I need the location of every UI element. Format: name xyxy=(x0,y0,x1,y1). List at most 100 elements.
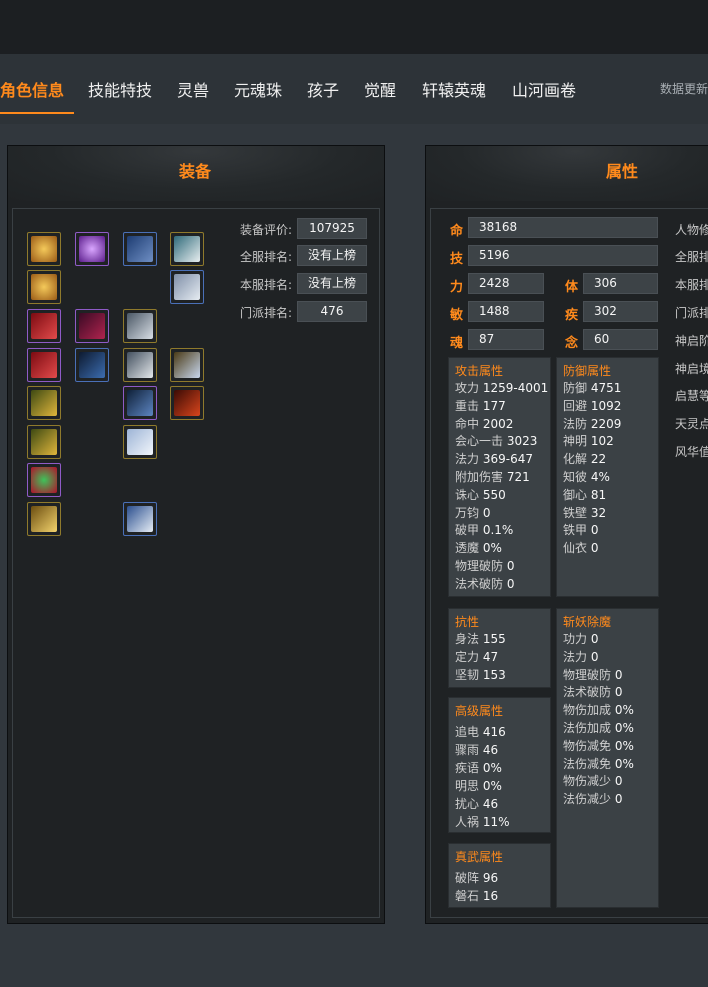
tab-xuanyuan-soul[interactable]: 轩辕英魂 xyxy=(422,77,486,101)
silver-boots-icon xyxy=(127,506,153,532)
stat-name: 定力 xyxy=(455,650,483,664)
stat-value: 2002 xyxy=(482,416,514,431)
equipment-slot[interactable] xyxy=(27,425,61,459)
stat-value: 0 xyxy=(590,523,599,538)
tab-character-info[interactable]: 角色信息 xyxy=(0,77,64,101)
equipment-slot[interactable] xyxy=(27,502,61,536)
red-cape-icon xyxy=(31,352,57,378)
stat-name: 命中 xyxy=(455,416,483,431)
stat-row: 法力 369-647 xyxy=(455,450,533,467)
equipment-slot[interactable] xyxy=(123,309,157,343)
equipment-slot[interactable] xyxy=(27,386,61,420)
tab-children[interactable]: 孩子 xyxy=(307,77,339,101)
stat-value: 32 xyxy=(590,505,607,520)
min-label: 敏 xyxy=(450,308,464,323)
stat-value: 0 xyxy=(506,559,515,573)
resist-title: 抗性 xyxy=(455,615,480,629)
tab-landscape-scroll[interactable]: 山河画卷 xyxy=(512,77,576,101)
stat-row: 法伤加成 0% xyxy=(563,719,634,736)
server-local-rank-label: 本服排名: xyxy=(240,278,293,292)
li-label: 力 xyxy=(450,280,464,295)
equipment-slot[interactable] xyxy=(170,270,204,304)
ji2-label: 疾 xyxy=(565,308,579,323)
gold-bracelet-icon xyxy=(31,429,57,455)
stat-name: 疾语 xyxy=(455,761,483,775)
stat-value: 0% xyxy=(614,738,634,753)
equipment-slot[interactable] xyxy=(75,309,109,343)
equipment-slot[interactable] xyxy=(27,348,61,382)
equipment-slot[interactable] xyxy=(27,463,61,497)
stat-value: 0% xyxy=(614,756,634,771)
stat-name: 法力 xyxy=(455,452,483,467)
equipment-slot[interactable] xyxy=(123,348,157,382)
stat-name: 物伤加成 xyxy=(563,703,615,718)
server-all-rank-value: 没有上榜 xyxy=(297,245,367,266)
stat-value: 0% xyxy=(482,779,502,793)
side-info-label: 风华值 xyxy=(675,445,708,459)
equipment-slot[interactable] xyxy=(123,425,157,459)
advanced-attributes-title: 高级属性 xyxy=(455,704,504,718)
ji-value: 5196 xyxy=(468,245,658,266)
stat-name: 回避 xyxy=(563,398,591,413)
crane-helm-icon xyxy=(174,352,200,378)
attributes-title: 属性 xyxy=(606,162,639,181)
stat-row: 磐石 16 xyxy=(455,887,498,904)
stat-name: 化解 xyxy=(563,452,591,467)
stat-value: 177 xyxy=(482,398,506,413)
equipment-slot[interactable] xyxy=(27,309,61,343)
tab-awakening[interactable]: 觉醒 xyxy=(364,77,396,101)
stat-row: 物伤加成 0% xyxy=(563,701,634,718)
stat-value: 0 xyxy=(482,505,491,520)
stat-row: 防御 4751 xyxy=(563,379,621,396)
tab-soul-orb[interactable]: 元魂珠 xyxy=(234,77,282,101)
stat-name: 法力 xyxy=(563,649,591,664)
stat-name: 法伤减少 xyxy=(563,792,615,807)
data-update-label[interactable]: 数据更新 xyxy=(660,80,708,97)
stat-row: 扰心 46 xyxy=(455,795,498,812)
stat-value: 4751 xyxy=(590,381,622,395)
stat-row: 物理破防 0 xyxy=(563,666,622,683)
stat-value: 416 xyxy=(482,725,506,739)
advanced-attributes-card: 高级属性 追电 416 骤雨 46 疾语 0% 明思 0% 扰心 46 人祸 11% xyxy=(448,697,551,833)
side-info-label: 人物修 xyxy=(675,223,708,237)
ti-label: 体 xyxy=(565,280,579,295)
equipment-slot[interactable] xyxy=(75,348,109,382)
tab-skills[interactable]: 技能特技 xyxy=(88,77,152,101)
stat-name: 知彼 xyxy=(563,470,591,484)
stat-row: 人祸 11% xyxy=(455,813,510,830)
stat-name: 物理破防 xyxy=(455,559,507,573)
stat-value: 0 xyxy=(614,685,623,700)
tab-spirit-beast[interactable]: 灵兽 xyxy=(177,77,209,101)
equipment-slot[interactable] xyxy=(75,232,109,266)
stat-name: 法术破防 xyxy=(563,685,615,700)
equipment-slot[interactable] xyxy=(123,232,157,266)
equipment-slot[interactable] xyxy=(123,502,157,536)
stat-row: 仙衣 0 xyxy=(563,539,598,556)
gold-medallion-icon xyxy=(31,236,57,262)
stat-row: 法术破防 0 xyxy=(563,683,622,700)
ji2-value: 302 xyxy=(583,301,658,322)
stat-value: 1092 xyxy=(590,398,622,413)
stat-value: 102 xyxy=(590,434,614,449)
stat-name: 法防 xyxy=(563,416,591,431)
server-all-rank-label: 全服排名: xyxy=(240,250,293,264)
stat-row: 追电 416 xyxy=(455,723,506,740)
stat-name: 附加伤害 xyxy=(455,470,507,484)
stat-value: 16 xyxy=(482,889,499,903)
stat-value: 3023 xyxy=(506,434,538,449)
resist-card: 抗性 身法 155 定力 47 坚韧 153 xyxy=(448,608,551,688)
stat-value: 0% xyxy=(614,703,634,718)
equipment-slot[interactable] xyxy=(170,386,204,420)
equipment-slot[interactable] xyxy=(123,386,157,420)
stat-value: 2209 xyxy=(590,416,622,431)
equipment-slot[interactable] xyxy=(170,348,204,382)
equipment-slot[interactable] xyxy=(27,270,61,304)
purple-orb-icon xyxy=(79,236,105,262)
stat-row: 定力 47 xyxy=(455,648,498,665)
stat-value: 11% xyxy=(482,815,510,829)
equipment-slot[interactable] xyxy=(27,232,61,266)
gold-belt-icon xyxy=(31,506,57,532)
stat-value: 0 xyxy=(590,649,599,664)
stat-value: 0 xyxy=(614,792,623,807)
equipment-slot[interactable] xyxy=(170,232,204,266)
